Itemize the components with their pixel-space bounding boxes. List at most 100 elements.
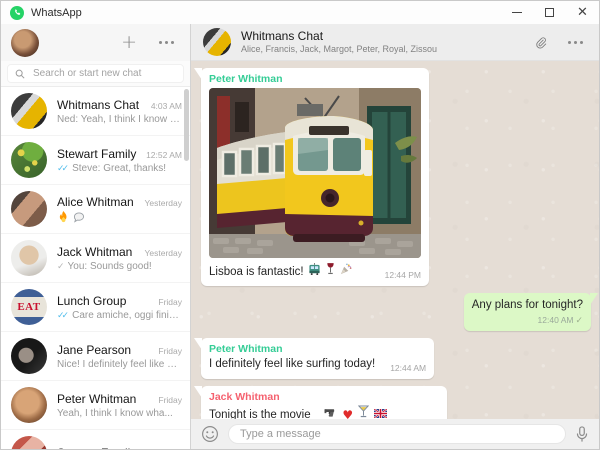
chat-menu-button[interactable] <box>568 41 583 44</box>
message-text: Any plans for tonight? <box>472 298 583 314</box>
message-input-box[interactable] <box>228 424 566 444</box>
menu-button[interactable] <box>159 41 174 44</box>
lisbon-tram-photo <box>209 88 421 258</box>
chat-list-item[interactable]: Whitmans Chat 4:03 AM Ned: Yeah, I think I… <box>1 87 190 136</box>
chat-list-item[interactable]: Alice Whitman Yesterday <box>1 185 190 234</box>
chat-timestamp: Friday <box>158 395 182 405</box>
chat-name: Jane Pearson <box>57 343 153 357</box>
tram-icon <box>308 263 321 275</box>
microphone-icon[interactable] <box>575 426 589 443</box>
minimize-icon <box>512 12 522 13</box>
chat-avatar: EAT <box>11 289 47 325</box>
chat-name: Stewart Family <box>57 147 141 161</box>
chat-list-item[interactable]: Stewart FamilyFriday <box>1 430 190 449</box>
pistol-icon <box>324 407 337 418</box>
wine-glass-icon <box>326 262 335 275</box>
chat-preview-text: Yeah, I think I know wha... <box>57 408 173 419</box>
message-bubble[interactable]: Any plans for tonight?12:40 AM✓ <box>464 293 591 331</box>
chat-name: Whitmans Chat <box>57 98 146 112</box>
speech-balloon-icon <box>73 212 85 223</box>
chat-preview: ✓You: Sounds good! <box>57 261 182 272</box>
chat-timestamp: Friday <box>158 297 182 307</box>
minimize-button[interactable] <box>500 1 533 24</box>
chat-avatar <box>11 142 47 178</box>
chat-avatar <box>11 436 47 449</box>
message-row: Peter Whitman Lisboa is fantastic!12:44 … <box>201 68 591 286</box>
chat-name: Alice Whitman <box>57 195 140 209</box>
read-check-icon: ✓✓ <box>57 164 66 173</box>
emoji-icon[interactable] <box>201 425 219 443</box>
read-check-icon: ✓✓ <box>57 311 66 320</box>
search-icon <box>15 69 25 79</box>
heart-icon: ♥ <box>342 409 353 419</box>
chat-preview: Ned: Yeah, I think I know wha.. <box>57 114 182 125</box>
maximize-button[interactable] <box>533 1 566 24</box>
attach-icon[interactable] <box>533 35 548 50</box>
chat-avatar <box>11 93 47 129</box>
chat-participants: Alice, Francis, Jack, Margot, Peter, Roy… <box>241 44 437 56</box>
chat-preview: ✓✓ Care amiche, oggi finiamo presto <box>57 310 182 321</box>
fire-icon <box>58 211 69 223</box>
close-icon: ✕ <box>577 6 588 19</box>
message-timestamp: 12:44 PM <box>373 270 421 280</box>
chat-timestamp: 4:03 AM <box>151 101 182 111</box>
chat-avatar[interactable] <box>203 28 231 56</box>
my-profile-avatar[interactable] <box>11 29 39 57</box>
chat-avatar <box>11 191 47 227</box>
chat-list-item[interactable]: Peter Whitman Friday Yeah, I think I know … <box>1 381 190 430</box>
chat-preview <box>57 211 182 223</box>
chat-avatar <box>11 338 47 374</box>
avatar-text: EAT <box>17 301 40 313</box>
uk-flag-icon <box>374 409 387 418</box>
message-bubble[interactable]: Peter WhitmanI definitely feel like surf… <box>201 338 434 379</box>
party-popper-icon <box>340 263 352 275</box>
chat-name: Peter Whitman <box>57 392 153 406</box>
chat-preview: ✓✓ Steve: Great, thanks! <box>57 163 182 174</box>
message-row: Jack Whitman Tonight is the movie night! … <box>201 386 591 419</box>
message-row: Any plans for tonight?12:40 AM✓ <box>201 293 591 331</box>
message-bubble[interactable]: Jack Whitman Tonight is the movie night! … <box>201 386 447 419</box>
chat-name: Lunch Group <box>57 294 153 308</box>
composer-bar <box>191 419 599 449</box>
sent-check-icon: ✓ <box>57 262 62 271</box>
chat-timestamp: Yesterday <box>145 198 183 208</box>
sidebar-header: + <box>1 24 190 61</box>
chat-timestamp: Friday <box>158 346 182 356</box>
chat-preview-text: Care amiche, oggi finiamo presto <box>72 310 182 321</box>
message-area: Peter Whitman Lisboa is fantastic! 12:44 … <box>191 61 599 419</box>
message-input[interactable] <box>240 428 554 440</box>
close-button[interactable]: ✕ <box>566 1 599 24</box>
chat-preview-text: Ned: Yeah, I think I know wha.. <box>57 114 182 125</box>
titlebar: WhatsApp ✕ <box>1 1 599 24</box>
message-text: I definitely feel like surfing today! <box>209 357 375 373</box>
chat-header: Whitmans Chat Alice, Francis, Jack, Marg… <box>191 24 599 61</box>
message-text: Tonight is the movie night! How about th… <box>209 408 320 419</box>
search-bar <box>1 61 190 87</box>
message-text: Lisboa is fantastic! <box>209 265 304 281</box>
message-sender: Peter Whitman <box>209 343 426 356</box>
chat-list-item[interactable]: Stewart Family12:52 AM✓✓Steve: Great, th… <box>1 136 190 185</box>
chat-list-scrollbar[interactable] <box>184 89 189 161</box>
conversation-panel: Whitmans Chat Alice, Francis, Jack, Marg… <box>191 24 599 449</box>
chat-preview-text: Steve: Great, thanks! <box>72 163 166 174</box>
whatsapp-window: WhatsApp ✕ + Wh <box>0 0 600 450</box>
chat-avatar <box>11 240 47 276</box>
new-chat-button[interactable]: + <box>121 33 137 52</box>
message-sender: Jack Whitman <box>209 391 439 404</box>
whatsapp-logo-icon <box>10 6 24 20</box>
chat-name: Stewart Family <box>57 446 153 449</box>
chat-list-item[interactable]: Jane PearsonFridayNice! I definitely fee… <box>1 332 190 381</box>
message-timestamp: 12:44 AM <box>378 363 426 373</box>
message-bubble[interactable]: Peter Whitman Lisboa is fantastic!12:44 … <box>201 68 429 286</box>
search-box[interactable] <box>7 64 184 83</box>
chat-list-item[interactable]: Jack WhitmanYesterday✓You: Sounds good! <box>1 234 190 283</box>
message-image[interactable] <box>209 88 421 258</box>
message-timestamp: 12:40 AM✓ <box>472 315 583 325</box>
chat-preview: Yeah, I think I know wha... <box>57 408 182 419</box>
chat-list-item[interactable]: EAT Lunch Group Friday ✓✓ Care amiche, oggi … <box>1 283 190 332</box>
chat-avatar <box>11 387 47 423</box>
chat-title[interactable]: Whitmans Chat <box>241 29 437 44</box>
chat-name: Jack Whitman <box>57 245 140 259</box>
search-input[interactable] <box>33 68 176 79</box>
chat-list: Whitmans Chat 4:03 AM Ned: Yeah, I think I… <box>1 87 190 449</box>
